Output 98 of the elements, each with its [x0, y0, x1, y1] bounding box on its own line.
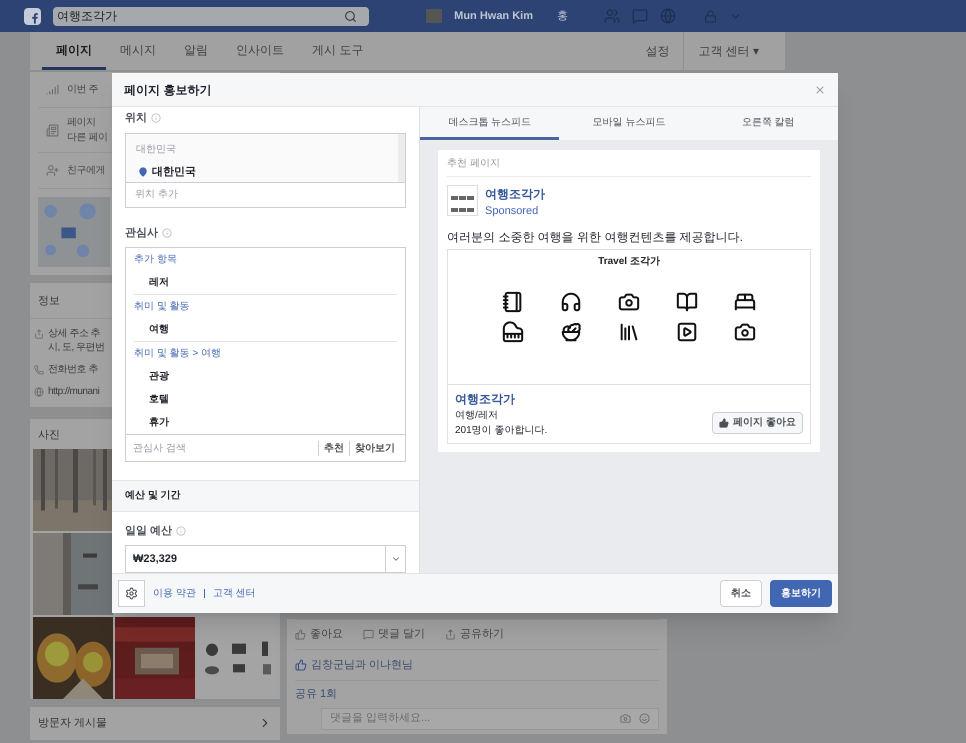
post-action[interactable]: 댓글 달기	[378, 626, 426, 642]
section-header: 예산 및 기간	[112, 480, 419, 512]
interest-item[interactable]: 관광	[149, 369, 169, 384]
interest-item[interactable]: 여행	[149, 322, 169, 337]
card-header: 추천 페이지	[447, 150, 811, 177]
bowl-icon	[560, 320, 582, 342]
close-icon[interactable]	[814, 84, 826, 96]
thumbs-up-icon[interactable]	[295, 628, 306, 640]
interest-item[interactable]: 레저	[149, 275, 169, 290]
home-link[interactable]: 홍	[557, 8, 568, 24]
activity-text[interactable]: 친구에게	[67, 163, 105, 178]
info-text: http://munani	[48, 384, 100, 398]
info-icon[interactable]	[176, 526, 186, 536]
scrollbar[interactable]	[398, 134, 405, 182]
location-item[interactable]: 대한민국	[152, 164, 196, 180]
page-name-link[interactable]: 여행조각가	[485, 185, 545, 203]
info-text: 상세 주소 추	[48, 326, 100, 340]
play-icon	[676, 320, 698, 342]
location-group: 대한민국	[136, 142, 388, 156]
bed-icon	[734, 290, 756, 312]
like-icon	[295, 658, 307, 671]
preview-tab[interactable]: 모바일 뉴스피드	[559, 107, 699, 140]
location-input[interactable]: 위치 추가	[126, 182, 405, 206]
avatar-icon	[426, 9, 442, 23]
info-text: 시, 도, 우편번	[48, 340, 105, 354]
nav-tab[interactable]: 인사이트	[222, 32, 298, 70]
activity-text[interactable]: 페이지	[67, 115, 96, 130]
phone-icon	[34, 364, 44, 374]
lock-icon[interactable]	[704, 10, 717, 22]
globe-icon[interactable]	[660, 8, 676, 24]
interest-category: 취미 및 활동 > 여행	[134, 347, 222, 361]
messages-icon[interactable]	[632, 8, 648, 24]
interest-category: 취미 및 활동	[134, 300, 191, 314]
field-label: 일일 예산	[125, 524, 172, 538]
budget-field[interactable]: ₩23,329	[125, 545, 406, 573]
activity-text[interactable]: 다른 페이	[67, 130, 108, 145]
interest-search[interactable]: 관심사 검색	[133, 440, 318, 456]
interest-link[interactable]: 추천	[318, 440, 349, 456]
field-label: 관심사	[125, 226, 158, 240]
like-page-button[interactable]: 페이지 좋아요	[712, 412, 803, 434]
camera-icon	[734, 320, 756, 342]
field-label: 위치	[125, 111, 147, 126]
thumbs-up-icon	[719, 418, 730, 428]
nav-tab[interactable]: 메시지	[106, 32, 170, 70]
sponsored-label: Sponsored	[485, 204, 540, 219]
newspaper-icon	[46, 124, 59, 136]
search-icon[interactable]	[344, 10, 357, 22]
nav-tab[interactable]: 고객 센터 ▾	[684, 32, 773, 70]
card-title[interactable]: 방문자 게시물	[38, 715, 108, 732]
camera-icon	[618, 290, 640, 312]
gear-icon	[125, 587, 138, 600]
smile-icon[interactable]	[639, 713, 650, 724]
books-icon	[618, 320, 640, 342]
interest-link[interactable]: 찾아보기	[349, 440, 400, 456]
headphones-icon	[560, 290, 582, 312]
page-thumbnail[interactable]	[447, 185, 478, 216]
likes-text[interactable]: 김창군님과 이나현님	[311, 656, 414, 673]
person-icon	[46, 164, 59, 177]
interest-item[interactable]: 호텔	[149, 392, 169, 407]
preview-tab[interactable]: 데스크톱 뉴스피드	[420, 107, 560, 140]
promote-button[interactable]: 홍보하기	[770, 580, 832, 607]
interest-category: 추가 항목	[134, 253, 178, 267]
info-icon[interactable]	[162, 228, 172, 238]
info-icon[interactable]	[151, 113, 161, 124]
book-icon	[676, 290, 698, 312]
user-name[interactable]: Mun Hwan Kim	[454, 8, 533, 24]
post-action[interactable]: 공유하기	[460, 626, 504, 642]
likes-count: 201명이 좋아합니다.	[455, 424, 548, 438]
pin-icon	[138, 166, 148, 177]
interest-item[interactable]: 휴가	[149, 415, 169, 430]
camera-icon[interactable]	[620, 713, 631, 724]
friends-icon[interactable]	[604, 8, 620, 24]
footer-link[interactable]: 이용 약관	[153, 586, 196, 601]
nav-tab[interactable]: 알림	[170, 32, 222, 70]
nav-tab[interactable]: 설정	[631, 32, 684, 70]
sharing-drawing	[38, 197, 110, 267]
footer-link[interactable]: 고객 센터	[212, 586, 256, 601]
card-title: 사진	[38, 428, 60, 440]
page-name-link[interactable]: 여행조각가	[455, 390, 548, 408]
image-title: Travel 조각가	[598, 254, 660, 268]
settings-button[interactable]	[118, 580, 145, 607]
preview-tab[interactable]: 오른쪽 칼럼	[698, 107, 838, 140]
ad-text: 여러분의 소중한 여행을 위한 여행컨텐츠를 제공합니다.	[447, 228, 744, 246]
cancel-button[interactable]: 취소	[720, 580, 762, 607]
nav-tab[interactable]: 게시 도구	[298, 32, 378, 70]
share-icon[interactable]	[445, 628, 456, 640]
category-text: 여행/레저	[455, 408, 499, 422]
notebook-icon	[502, 290, 524, 312]
globe-icon	[34, 386, 44, 396]
logo-icon[interactable]	[24, 8, 41, 24]
piano-icon	[502, 320, 524, 342]
info-text: 전화번호 추	[48, 362, 98, 376]
activity-text[interactable]: 이번 주	[67, 82, 98, 97]
dialog-title: 페이지 홍보하기	[124, 82, 212, 98]
speech-bubble-icon[interactable]	[363, 628, 374, 640]
post-action[interactable]: 좋아요	[310, 626, 343, 642]
card-title: 정보	[38, 295, 60, 307]
search-field[interactable]: 여행조각가	[53, 6, 369, 26]
